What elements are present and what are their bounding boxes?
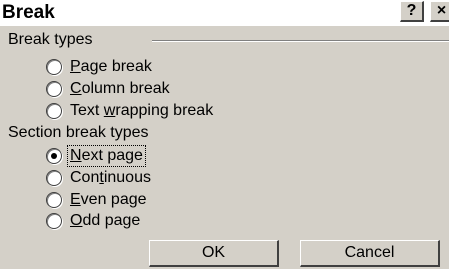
radio-button[interactable]: [46, 103, 62, 119]
option-next-page[interactable]: Next page: [46, 145, 146, 167]
group-divider: [152, 40, 449, 42]
option-page-break[interactable]: Page break: [46, 57, 152, 77]
ok-button[interactable]: OK: [149, 240, 279, 267]
option-label: Odd page: [70, 212, 141, 229]
radio-button[interactable]: [46, 81, 62, 97]
close-icon: ×: [436, 2, 447, 19]
dialog-title: Break: [2, 2, 55, 23]
break-dialog: Break ? × Break types Page break Column …: [0, 0, 449, 269]
title-bar: Break ? ×: [0, 0, 449, 26]
radio-button[interactable]: [46, 170, 62, 186]
option-even-page[interactable]: Even page: [46, 190, 147, 210]
option-label: Column break: [70, 80, 170, 97]
option-label: Continuous: [70, 169, 151, 186]
option-label: Text wrapping break: [70, 102, 214, 119]
option-continuous[interactable]: Continuous: [46, 168, 151, 188]
option-odd-page[interactable]: Odd page: [46, 211, 140, 231]
radio-button[interactable]: [46, 192, 62, 208]
option-column-break[interactable]: Column break: [46, 79, 170, 99]
option-label: Even page: [70, 191, 147, 208]
cancel-button[interactable]: Cancel: [300, 240, 440, 267]
radio-button[interactable]: [46, 59, 62, 75]
section-break-types-group-label: Section break types: [8, 124, 149, 141]
option-text-wrapping-break[interactable]: Text wrapping break: [46, 101, 213, 121]
option-label: Page break: [70, 58, 152, 75]
help-button[interactable]: ?: [400, 1, 424, 22]
close-button[interactable]: ×: [430, 1, 449, 22]
break-types-group-label: Break types: [8, 31, 93, 48]
radio-button-selected[interactable]: [46, 148, 62, 164]
question-mark-icon: ?: [406, 2, 417, 19]
option-label: Next page: [67, 145, 146, 167]
radio-button[interactable]: [46, 213, 62, 229]
